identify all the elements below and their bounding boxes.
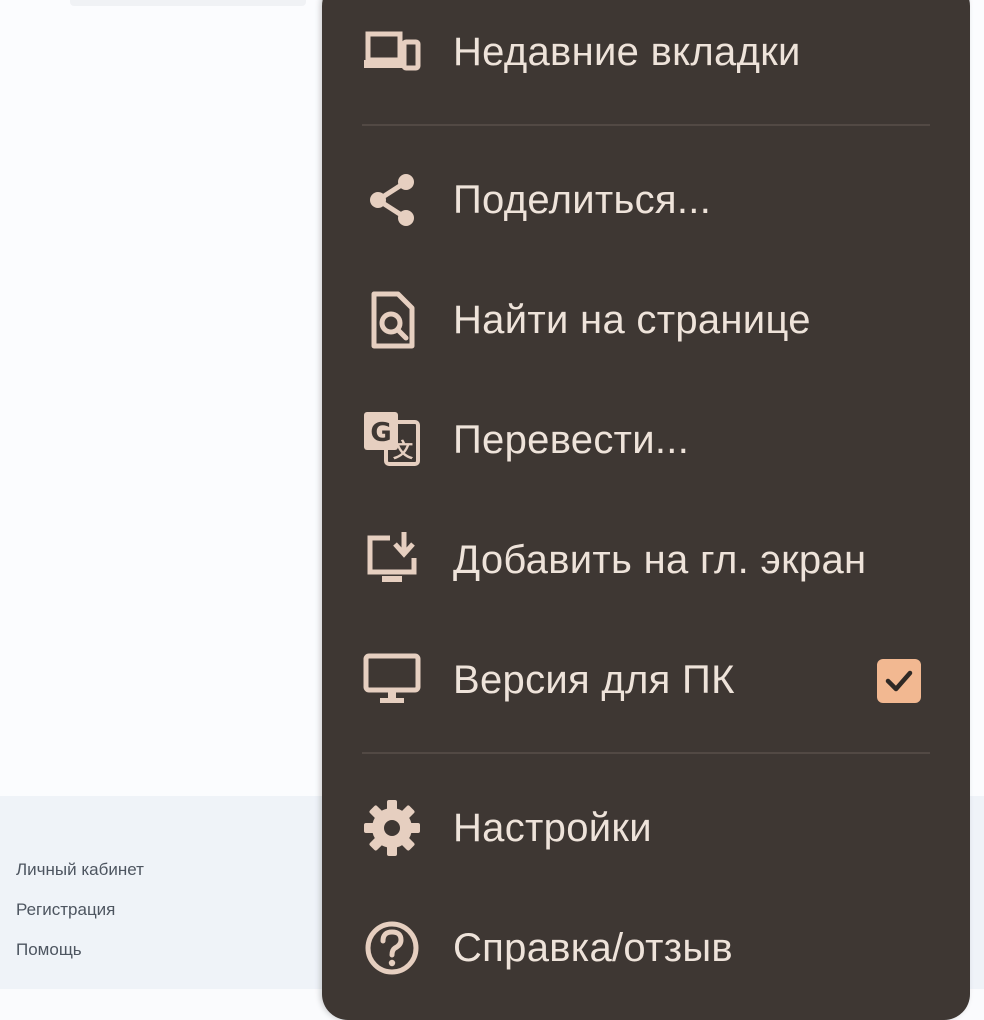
add-to-home-screen-icon [367,532,417,582]
desktop-icon [363,653,421,703]
menu-item-label: Недавние вкладки [453,30,801,74]
footer-link-help[interactable]: Помощь [16,940,82,960]
svg-text:G: G [370,418,391,448]
menu-item-label: Поделиться... [453,178,712,222]
desktop-version-checkbox[interactable] [877,659,921,703]
menu-divider [362,752,930,754]
check-icon [885,670,913,692]
menu-item-label: Добавить на гл. экран [453,538,867,582]
translate-icon: G 文 [364,412,420,466]
menu-item-share[interactable]: Поделиться... [322,145,970,255]
gear-icon [364,800,420,856]
menu-item-label: Версия для ПК [453,658,735,702]
menu-item-recent-tabs[interactable]: Недавние вкладки [322,0,970,107]
menu-item-label: Найти на странице [453,298,811,342]
menu-item-settings[interactable]: Настройки [322,773,970,883]
menu-item-label: Перевести... [453,418,690,462]
footer-link-account[interactable]: Личный кабинет [16,860,144,880]
recent-tabs-icon [364,31,421,71]
footer-link-registration[interactable]: Регистрация [16,900,115,920]
menu-divider [362,124,930,126]
help-icon [365,921,419,975]
svg-text:文: 文 [393,438,414,462]
menu-item-help-feedback[interactable]: Справка/отзыв [322,893,970,1003]
menu-item-find-in-page[interactable]: Найти на странице [322,265,970,375]
menu-item-translate[interactable]: G 文 Перевести... [322,385,970,495]
menu-item-add-to-home-screen[interactable]: Добавить на гл. экран [322,505,970,615]
share-icon [370,174,414,226]
menu-item-label: Настройки [453,806,652,850]
menu-item-label: Справка/отзыв [453,926,733,970]
page-header-edge [70,0,306,6]
find-in-page-icon [371,291,415,349]
menu-item-desktop-version[interactable]: Версия для ПК [322,625,970,735]
browser-overflow-menu: Недавние вкладки Поделиться... Найти на … [322,0,970,1020]
